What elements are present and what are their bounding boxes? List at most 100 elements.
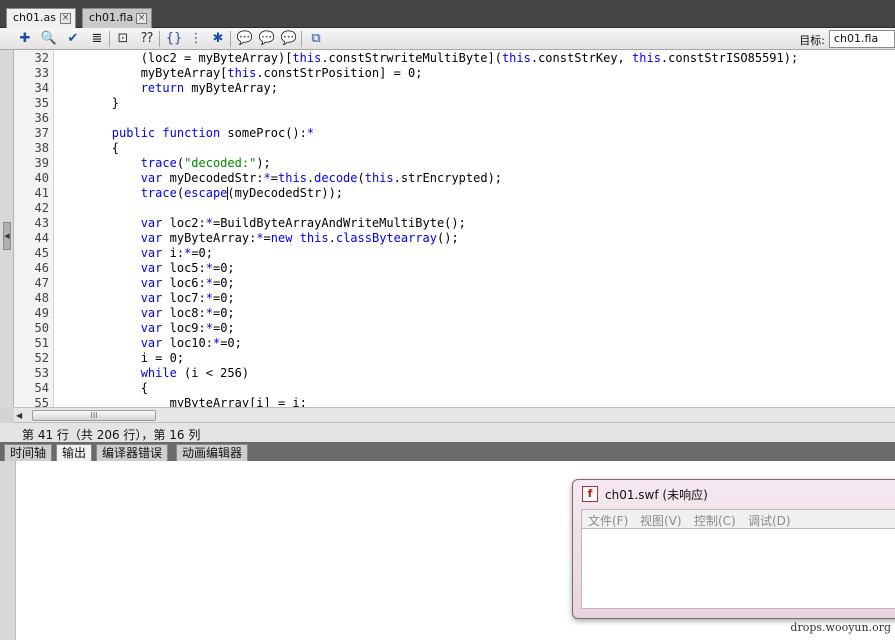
code-line[interactable]: var loc8:*=0; [54, 306, 895, 321]
close-icon[interactable]: × [60, 13, 71, 24]
line-number: 46 [34, 261, 49, 275]
code-line[interactable]: var loc7:*=0; [54, 291, 895, 306]
menu-debug[interactable]: 调试(D) [748, 512, 791, 529]
document-tab-bar: ch01.as × ch01.fla × [0, 0, 895, 28]
code-line[interactable]: var i:*=0; [54, 246, 895, 261]
code-line[interactable] [54, 111, 895, 126]
line-number: 51 [34, 336, 49, 350]
line-number: 38 [34, 141, 49, 155]
code-editor[interactable]: ◀ 32 33 34 35 36 37 38 39 40 41 42 43 44 45 46 47 48 49 50… [0, 50, 895, 407]
scroll-left-icon[interactable]: ◀ [16, 411, 22, 420]
panel-tab-bar: 时间轴 输出 编译器错误 动画编辑器 [0, 443, 895, 461]
line-number: 39 [34, 156, 49, 170]
line-number: 35 [34, 96, 49, 110]
line-number: 45 [34, 246, 49, 260]
code-line[interactable]: var loc2:*=BuildByteArrayAndWriteMultiBy… [54, 216, 895, 231]
code-line[interactable]: trace(escape(myDecodedStr)); [54, 186, 895, 201]
code-line[interactable]: myByteArray[this.constStrPosition] = 0; [54, 66, 895, 81]
menu-control[interactable]: 控制(C) [694, 512, 736, 529]
code-line[interactable]: myByteArray[i] = i; [54, 396, 895, 407]
tab-output[interactable]: 输出 [56, 444, 93, 461]
status-bar: 第 41 行（共 206 行），第 16 列 [0, 423, 895, 443]
toolbar-separator [301, 31, 302, 47]
remove-comment-icon[interactable]: 💬 [280, 30, 298, 48]
panel-tab-label: 动画编辑器 [182, 446, 243, 460]
code-line[interactable]: var loc10:*=0; [54, 336, 895, 351]
code-line[interactable]: (loc2 = myByteArray)[this.constStrwriteM… [54, 51, 895, 66]
toggle-toolbox-icon[interactable]: ⧉ [307, 30, 325, 48]
collapse-between-braces-icon[interactable]: {} [165, 30, 183, 48]
toolbar-separator [109, 31, 110, 47]
watermark: drops.wooyun.org [790, 621, 891, 634]
code-line[interactable]: var loc5:*=0; [54, 261, 895, 276]
code-line[interactable]: var loc6:*=0; [54, 276, 895, 291]
line-number: 36 [34, 111, 49, 125]
target-select[interactable]: ch01.fla [829, 30, 895, 48]
script-toolbar: ✚ 🔍 ✔ ≣ ⊡ ⁇ {} ⋮ ✱ 💬 💬 💬 ⧉ 目标: ch01.fla [0, 28, 895, 50]
code-line[interactable]: } [54, 96, 895, 111]
line-number: 43 [34, 216, 49, 230]
code-line[interactable]: i = 0; [54, 351, 895, 366]
menu-view[interactable]: 视图(V) [640, 512, 682, 529]
swf-stage [581, 529, 895, 609]
collapse-panel-strip: ◀ [0, 50, 14, 407]
line-number: 48 [34, 291, 49, 305]
line-number: 47 [34, 276, 49, 290]
line-number: 41 [34, 186, 49, 200]
target-label: 目标: [799, 34, 825, 47]
debug-options-icon[interactable]: ⁇ [138, 30, 156, 48]
code-line[interactable]: { [54, 381, 895, 396]
output-panel-strip [0, 461, 16, 640]
code-line[interactable]: { [54, 141, 895, 156]
window-title: ch01.swf (未响应) [605, 488, 708, 502]
code-line[interactable]: while (i < 256) [54, 366, 895, 381]
line-number: 37 [34, 126, 49, 140]
menu-bar: 文件(F) 视图(V) 控制(C) 调试(D) [581, 509, 895, 529]
menu-file[interactable]: 文件(F) [588, 512, 628, 529]
tab-compiler-errors[interactable]: 编译器错误 [96, 444, 169, 461]
panel-tab-label: 输出 [62, 446, 87, 460]
add-statement-icon[interactable]: ✚ [16, 30, 34, 48]
apply-line-comment-icon[interactable]: 💬 [258, 30, 276, 48]
line-number: 49 [34, 306, 49, 320]
tab-ch01-as[interactable]: ch01.as × [6, 8, 76, 28]
expand-all-icon[interactable]: ✱ [209, 30, 227, 48]
line-number: 53 [34, 366, 49, 380]
tab-motion-editor[interactable]: 动画编辑器 [176, 444, 249, 461]
toolbar-separator [159, 31, 160, 47]
close-icon[interactable]: × [136, 13, 147, 24]
code-line[interactable]: var myDecodedStr:*=this.decode(this.strE… [54, 171, 895, 186]
line-number: 54 [34, 381, 49, 395]
code-line[interactable] [54, 201, 895, 216]
line-number: 34 [34, 81, 49, 95]
horizontal-scrollbar[interactable]: ◀ III [14, 407, 895, 423]
check-syntax-icon[interactable]: ✔ [64, 30, 82, 48]
line-number: 55 [34, 396, 49, 407]
code-line[interactable]: var loc9:*=0; [54, 321, 895, 336]
scrollbar-grip: III [90, 411, 98, 420]
text-caret [227, 187, 229, 200]
line-number: 32 [34, 51, 49, 65]
code-line[interactable]: return myByteArray; [54, 81, 895, 96]
panel-tab-label: 编译器错误 [102, 446, 163, 460]
line-number: 33 [34, 66, 49, 80]
find-icon[interactable]: 🔍 [40, 30, 58, 48]
code-area[interactable]: (loc2 = myByteArray)[this.constStrwriteM… [54, 50, 895, 407]
apply-block-comment-icon[interactable]: 💬 [236, 30, 254, 48]
line-number: 40 [34, 171, 49, 185]
collapse-selection-icon[interactable]: ⋮ [187, 30, 205, 48]
code-line[interactable]: trace("decoded:"); [54, 156, 895, 171]
code-line[interactable]: var myByteArray:*=new this.classBytearra… [54, 231, 895, 246]
tab-ch01-fla[interactable]: ch01.fla × [82, 8, 152, 28]
swf-player-window[interactable]: f ch01.swf (未响应) 文件(F) 视图(V) 控制(C) 调试(D) [572, 479, 895, 619]
toolbar-separator [230, 31, 231, 47]
tab-timeline[interactable]: 时间轴 [4, 444, 53, 461]
code-hint-icon[interactable]: ⊡ [114, 30, 132, 48]
line-number: 44 [34, 231, 49, 245]
tab-label: ch01.as [13, 11, 56, 24]
auto-format-icon[interactable]: ≣ [88, 30, 106, 48]
panel-tab-label: 时间轴 [10, 446, 47, 460]
collapse-arrow-icon[interactable]: ◀ [3, 222, 11, 250]
code-line[interactable]: public function someProc():* [54, 126, 895, 141]
scrollbar-thumb[interactable]: III [32, 410, 156, 421]
